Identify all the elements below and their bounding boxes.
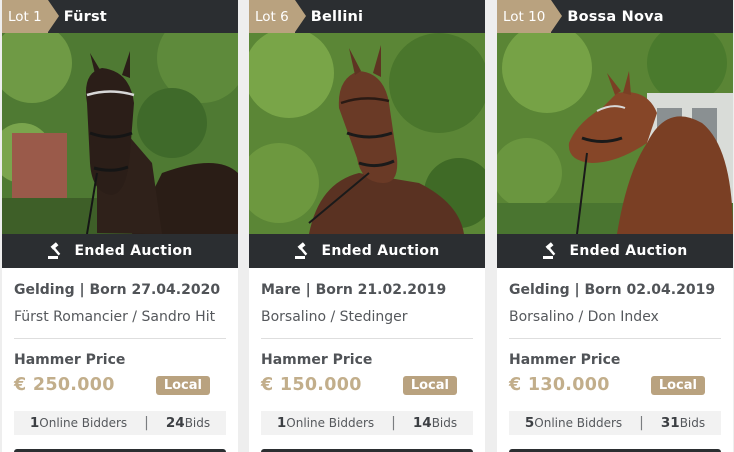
ended-auction-label: Ended Auction (74, 243, 193, 259)
hammer-price-label: Hammer Price (261, 352, 373, 368)
online-bidders-count: 5 (524, 415, 535, 431)
ended-auction-bar: Ended Auction (2, 234, 238, 268)
local-badge: Local (402, 376, 457, 395)
lot-pedigree: Borsalino / Stedinger (261, 309, 408, 325)
bids-separator: | (639, 415, 644, 431)
online-bidders-count: 1 (276, 415, 287, 431)
lot-pedigree: Fürst Romancier / Sandro Hit (14, 309, 216, 325)
lot-card[interactable]: Lot 6 Bellini Ended Auction Mare | Born … (249, 0, 485, 452)
hammer-price-value: € 250.000 (14, 375, 115, 395)
lot-card[interactable]: Lot 1 Fürst Ended Auction Gelding | Born… (2, 0, 238, 452)
online-bidders-label: Online Bidders (286, 416, 375, 430)
online-bidders-count: 1 (29, 415, 40, 431)
lot-meta: Gelding | Born 02.04.2019 (509, 282, 716, 298)
ended-auction-label: Ended Auction (321, 243, 440, 259)
divider (14, 338, 226, 339)
bids-separator: | (391, 415, 396, 431)
bids-count: 14 (412, 415, 432, 431)
online-bidders-label: Online Bidders (534, 416, 623, 430)
lot-number-tag: Lot 1 (2, 0, 59, 33)
ended-auction-bar: Ended Auction (497, 234, 733, 268)
horse-name[interactable]: Fürst (64, 9, 107, 25)
bids-label: Bids (431, 416, 458, 430)
hammer-price-value: € 150.000 (261, 375, 362, 395)
bids-summary: 5 Online Bidders | 31 Bids (509, 411, 721, 435)
gavel-icon (543, 242, 556, 259)
lot-title-bar[interactable]: Lot 6 Bellini (249, 0, 485, 33)
hammer-price-value: € 130.000 (509, 375, 610, 395)
horse-photo-chestnut-bay-icon (497, 33, 733, 234)
lot-card[interactable]: Lot 10 Bossa Nova Ended Auction Gelding … (497, 0, 733, 452)
hammer-price-label: Hammer Price (509, 352, 621, 368)
horse-photo-dark-bay-icon (2, 33, 238, 234)
online-bidders-label: Online Bidders (39, 416, 128, 430)
lot-meta: Mare | Born 21.02.2019 (261, 282, 447, 298)
bids-count: 24 (165, 415, 185, 431)
bids-separator: | (144, 415, 149, 431)
lot-pedigree: Borsalino / Don Index (509, 309, 659, 325)
horse-photo-bay-icon (249, 33, 485, 234)
divider (509, 338, 721, 339)
bids-label: Bids (679, 416, 706, 430)
auction-lot-grid: Lot 1 Fürst Ended Auction Gelding | Born… (0, 0, 734, 452)
local-badge: Local (155, 376, 210, 395)
horse-name[interactable]: Bellini (311, 9, 364, 25)
gavel-icon (295, 242, 308, 259)
bids-summary: 1 Online Bidders | 14 Bids (261, 411, 473, 435)
bids-label: Bids (184, 416, 211, 430)
lot-number-tag: Lot 10 (497, 0, 563, 33)
lot-title-bar[interactable]: Lot 10 Bossa Nova (497, 0, 733, 33)
horse-photo[interactable] (249, 33, 485, 234)
lot-number-tag: Lot 6 (249, 0, 306, 33)
lot-meta: Gelding | Born 27.04.2020 (14, 282, 221, 298)
divider (261, 338, 473, 339)
bids-summary: 1 Online Bidders | 24 Bids (14, 411, 226, 435)
horse-photo[interactable] (2, 33, 238, 234)
ended-auction-bar: Ended Auction (249, 234, 485, 268)
horse-name[interactable]: Bossa Nova (567, 9, 663, 25)
ended-auction-label: Ended Auction (569, 243, 688, 259)
local-badge: Local (650, 376, 705, 395)
lot-title-bar[interactable]: Lot 1 Fürst (2, 0, 238, 33)
bids-count: 31 (660, 415, 680, 431)
hammer-price-label: Hammer Price (14, 352, 126, 368)
horse-photo[interactable] (497, 33, 733, 234)
gavel-icon (48, 242, 61, 259)
